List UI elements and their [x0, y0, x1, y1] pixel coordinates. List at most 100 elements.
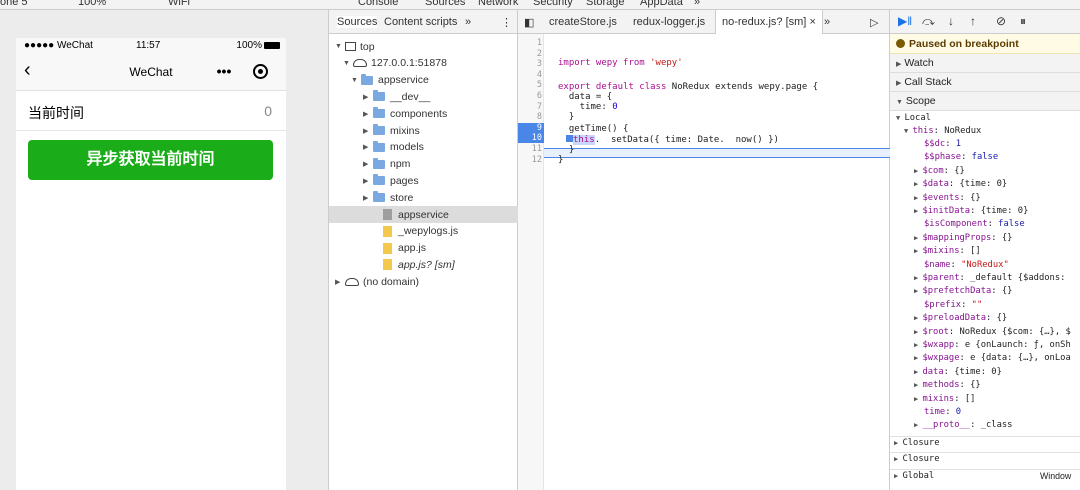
line-number[interactable]: 3 [518, 59, 542, 69]
tree-item[interactable]: ▼ top [335, 38, 375, 55]
folder-icon [373, 140, 385, 152]
step-over-icon[interactable]: ⤼ [922, 14, 935, 29]
zoom-select[interactable]: 100% [78, 0, 106, 8]
scope-property[interactable]: ▶ $initData: {time: 0} [914, 206, 1028, 216]
tree-item[interactable]: _wepylogs.js [373, 223, 458, 240]
tree-item[interactable]: ▶ mixins [363, 122, 420, 139]
tab-redux-logger[interactable]: redux-logger.js [633, 16, 705, 28]
toggle-navigator-icon[interactable]: ◧ [524, 16, 534, 29]
tab-sources-nav[interactable]: Sources [337, 16, 378, 28]
tab-console[interactable]: Console [358, 0, 398, 8]
line-number[interactable]: 9 [518, 122, 544, 133]
tree-item[interactable]: ▼ 127.0.0.1:51878 [343, 55, 447, 72]
line-number[interactable]: 11 [518, 144, 542, 154]
line-number[interactable]: 12 [518, 155, 542, 165]
file-icon [383, 259, 392, 271]
close-target-button[interactable] [242, 63, 278, 79]
scope-property[interactable]: ▶ $wxpage: e {data: {…}, onLoa [914, 353, 1071, 363]
tree-item[interactable]: ▶ npm [363, 156, 410, 173]
section-call-stack[interactable]: ▶ Call Stack [890, 73, 1080, 92]
tree-item[interactable]: ▶ (no domain) [335, 273, 419, 290]
scope-property[interactable]: ▶ $wxapp: e {onLaunch: ƒ, onSh [914, 340, 1071, 350]
line-number[interactable]: 8 [518, 112, 542, 122]
scope-property[interactable]: ▶ $root: NoRedux {$com: {…}, $ [914, 327, 1071, 337]
expand-icon[interactable]: ▶ [363, 110, 373, 118]
collapse-icon[interactable]: ▼ [335, 43, 345, 50]
more-icon[interactable]: ••• [206, 63, 242, 79]
line-number[interactable]: 5 [518, 80, 542, 90]
tab-appdata[interactable]: AppData [640, 0, 683, 8]
tab-createstore[interactable]: createStore.js [549, 16, 617, 28]
line-number[interactable]: 1 [518, 38, 542, 48]
device-select[interactable]: one 5 [0, 0, 28, 8]
step-into-icon[interactable]: ↓ [948, 14, 954, 28]
scope-property[interactable]: ▶ mixins: [] [914, 394, 975, 404]
scope-property[interactable]: $$phase: false [924, 152, 998, 162]
expand-icon[interactable]: ▶ [363, 194, 373, 202]
expand-icon[interactable]: ▶ [363, 93, 373, 101]
scope-closure[interactable]: ▶ Closure [894, 454, 940, 464]
scope-property[interactable]: ▶ $com: {} [914, 166, 965, 176]
menu-icon[interactable]: ⋮ [501, 16, 512, 29]
tree-item[interactable]: ▶ store [363, 189, 413, 206]
expand-icon[interactable]: ▶ [335, 278, 345, 286]
expand-icon[interactable]: ▶ [363, 177, 373, 185]
tab-sources[interactable]: Sources [425, 0, 465, 8]
line-number[interactable]: 10 [518, 133, 544, 144]
expand-icon[interactable]: ▶ [363, 143, 373, 151]
toggle-debugger-icon[interactable]: ▷ [870, 16, 878, 29]
more-tabs-button[interactable]: » [465, 16, 471, 28]
line-number[interactable]: 6 [518, 91, 542, 101]
scope-property[interactable]: ▶ data: {time: 0} [914, 367, 1002, 377]
expand-icon[interactable]: ▶ [363, 127, 373, 135]
section-watch[interactable]: ▶ Watch [890, 54, 1080, 73]
tree-item[interactable]: ▶ components [363, 105, 447, 122]
tab-network[interactable]: Network [478, 0, 518, 8]
scope-this[interactable]: ▼ this: NoRedux [904, 126, 981, 136]
section-scope[interactable]: ▼ Scope [890, 92, 1080, 111]
tree-item[interactable]: app.js? [sm] [373, 256, 455, 273]
scope-global[interactable]: ▶ Global Window [894, 471, 1071, 481]
expand-icon[interactable]: ▶ [363, 160, 373, 168]
tree-item[interactable]: appservice [329, 206, 518, 223]
scope-property[interactable]: ▶ $mappingProps: {} [914, 233, 1012, 243]
tree-item[interactable]: ▶ __dev__ [363, 88, 430, 105]
scope-property[interactable]: ▶ $parent: _default {$addons: [914, 273, 1065, 283]
more-editor-tabs[interactable]: » [824, 16, 830, 28]
line-number[interactable]: 7 [518, 102, 542, 112]
tab-no-redux[interactable]: no-redux.js? [sm] × [715, 10, 823, 34]
scope-property[interactable]: ▶ $preloadData: {} [914, 313, 1007, 323]
tab-security[interactable]: Security [533, 0, 573, 8]
tab-storage[interactable]: Storage [586, 0, 625, 8]
scope-property[interactable]: $isComponent: false [924, 219, 1025, 229]
tree-item[interactable]: ▶ models [363, 139, 424, 156]
scope-property[interactable]: time: 0 [924, 407, 961, 417]
resume-icon[interactable]: ▶‖ [898, 14, 912, 28]
tab-more[interactable]: » [694, 0, 700, 8]
scope-property[interactable]: ▶ $mixins: [] [914, 246, 981, 256]
scope-local[interactable]: ▼ Local [896, 113, 931, 123]
scope-closure[interactable]: ▶ Closure [894, 438, 940, 448]
deactivate-breakpoints-icon[interactable]: ⊘ [996, 14, 1006, 28]
step-out-icon[interactable]: ↑ [970, 14, 976, 28]
scope-property[interactable]: ▶ $data: {time: 0} [914, 179, 1007, 189]
get-time-button[interactable]: 异步获取当前时间 [28, 140, 273, 180]
line-number[interactable]: 2 [518, 49, 542, 59]
tree-item[interactable]: ▶ pages [363, 172, 419, 189]
tree-item[interactable]: app.js [373, 240, 426, 257]
line-number[interactable]: 4 [518, 70, 542, 80]
tree-item[interactable]: ▼ appservice [351, 72, 429, 89]
close-tab-icon[interactable]: × [809, 16, 815, 28]
pause-exceptions-icon[interactable]: ⏸ [1020, 14, 1026, 29]
collapse-icon[interactable]: ▼ [351, 77, 361, 84]
tab-content-scripts[interactable]: Content scripts [384, 16, 457, 28]
scope-property[interactable]: $$dc: 1 [924, 139, 961, 149]
collapse-icon[interactable]: ▼ [343, 60, 353, 67]
scope-property[interactable]: ▶ __proto__: _class [914, 420, 1012, 430]
scope-property[interactable]: ▶ methods: {} [914, 380, 981, 390]
scope-property[interactable]: ▶ $prefetchData: {} [914, 286, 1012, 296]
scope-property[interactable]: $name: "NoRedux" [924, 260, 1009, 270]
network-select[interactable]: WiFi [168, 0, 190, 8]
scope-property[interactable]: ▶ $events: {} [914, 193, 981, 203]
scope-property[interactable]: $prefix: "" [924, 300, 982, 310]
